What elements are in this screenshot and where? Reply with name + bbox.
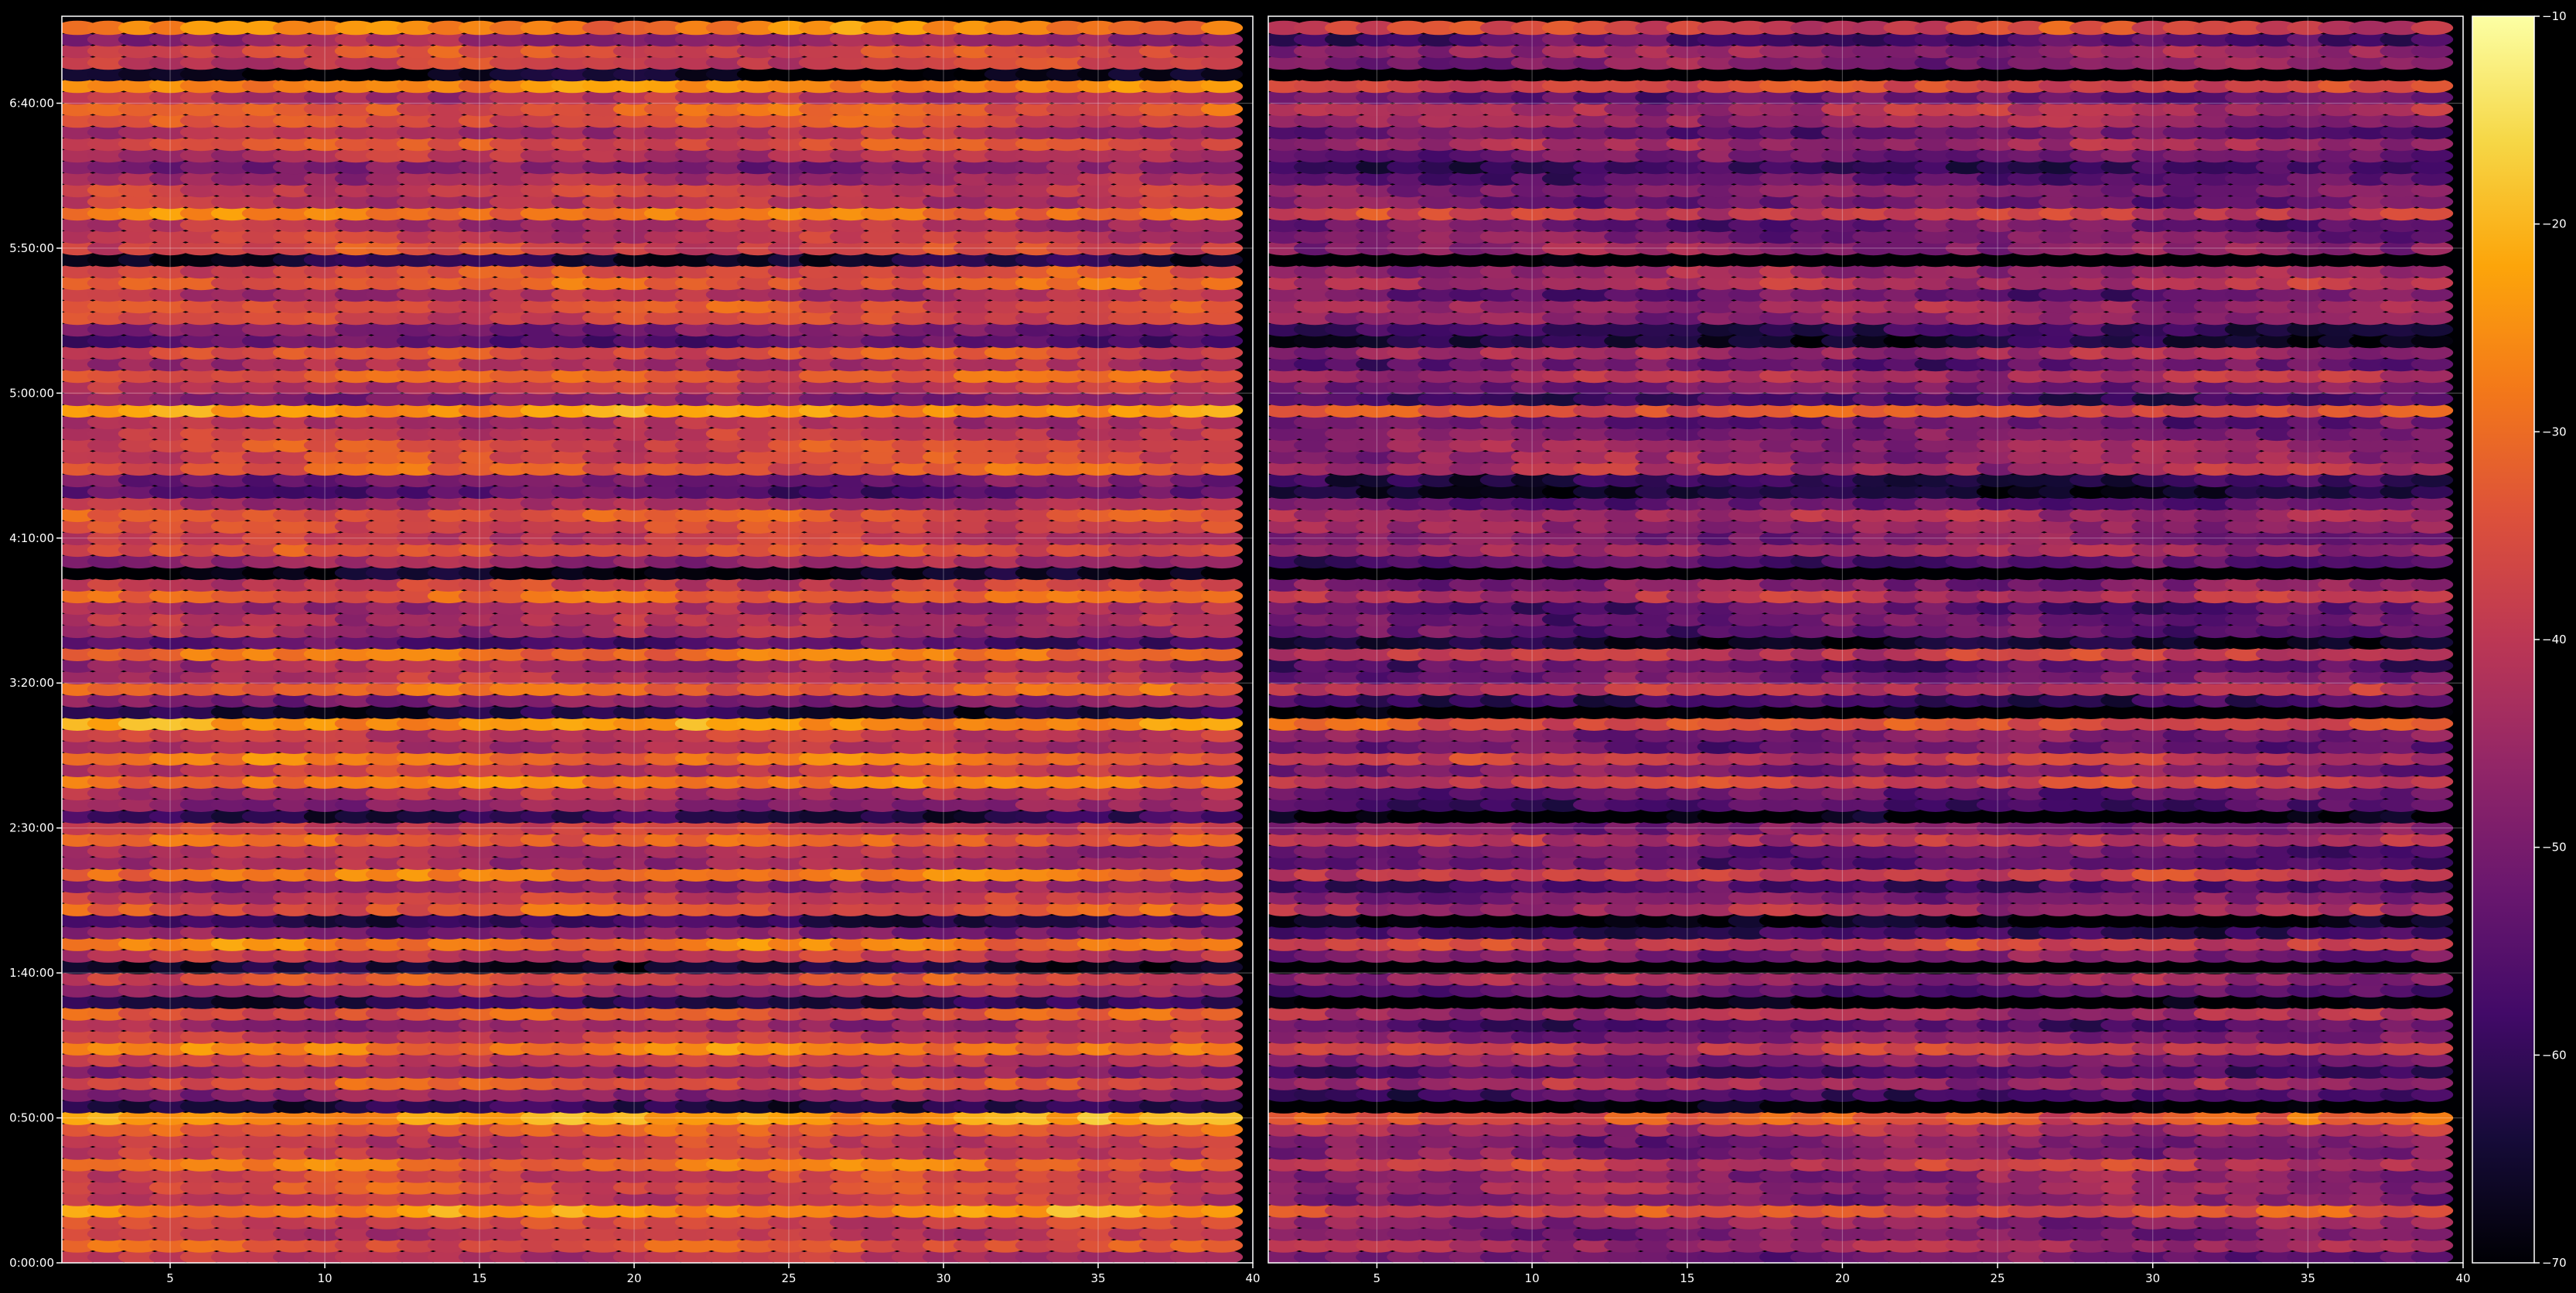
x-tick-label: 25 [781,1271,796,1285]
heatmap-panel-right: 5 10 15 20 25 30 35 40 [1268,15,2471,1285]
x-tick-label: 40 [1245,1271,1260,1285]
x-tick-label: 35 [1090,1271,1105,1285]
heatmap-panel-left: 5 10 15 20 25 30 35 40 [61,15,1261,1285]
x-tick-label: 5 [166,1271,174,1285]
x-tick-label: 30 [936,1271,950,1285]
heatmap-svg: 5 10 15 20 25 30 35 40 5 10 15 20 25 30 35 40 0:00:000… [9,9,2566,1285]
x-tick-label: 20 [626,1271,641,1285]
x-tick-label: 10 [317,1271,332,1285]
x-tick-label: 15 [472,1271,486,1285]
heatmap-cell [1200,20,1244,36]
heatmap-figure: 5 10 15 20 25 30 35 40 5 10 15 20 25 30 35 40 0:00:00 0… [0,0,2576,1293]
